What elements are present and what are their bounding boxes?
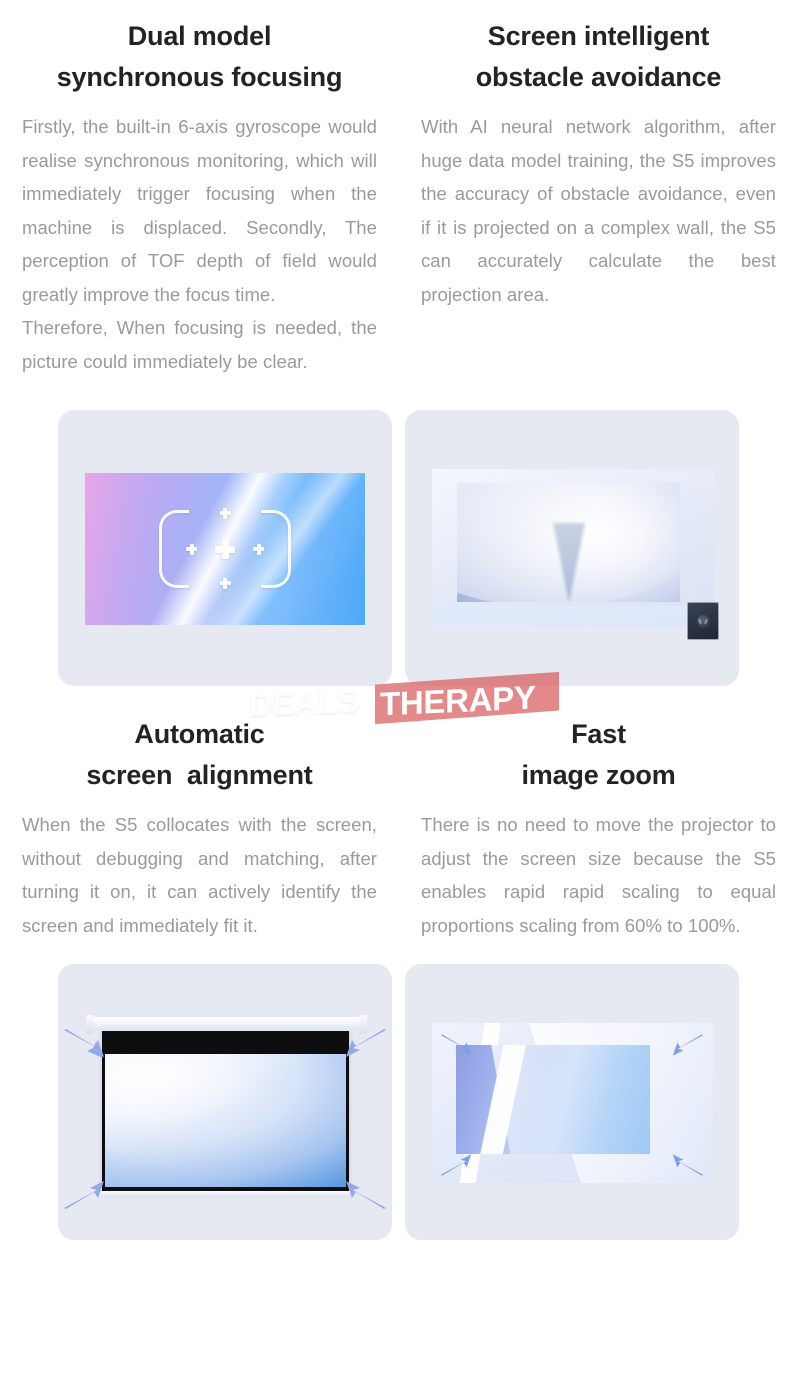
screen-bottom-bar (99, 1191, 352, 1196)
feature-heading: Automatic screen alignment (22, 714, 377, 796)
alignment-arrow-bottom-right-icon (346, 1181, 386, 1209)
feature-body-paragraph-1: With AI neural network algorithm, after … (421, 116, 776, 305)
feature-body: Firstly, the built-in 6-axis gyroscope w… (22, 110, 377, 378)
zoom-arrow-top-left-icon (440, 1034, 472, 1056)
reticle-plus-left-icon (186, 543, 197, 555)
illustration-row-2 (0, 964, 798, 1240)
feature-text-row-1: Dual model synchronous focusing Firstly, … (0, 16, 798, 378)
heading-line-1: Automatic (134, 719, 265, 749)
alignment-arrow-top-right-icon (346, 1029, 386, 1057)
heading-line-1: Dual model (127, 21, 272, 51)
feature-body-paragraph-1: There is no need to move the projector t… (421, 814, 776, 936)
illustration-row-1 (0, 410, 798, 686)
focus-reticle-illustration (58, 410, 392, 686)
feature-body-paragraph-2: Therefore, When focusing is needed, the … (22, 317, 377, 372)
feature-block-screen-intelligent-obstacle-avoidance: Screen intelligent obstacle avoidance Wit… (399, 16, 798, 378)
screen-alignment-illustration (58, 964, 392, 1240)
projected-area (457, 483, 680, 602)
reticle-bracket-left (159, 510, 189, 588)
wall-socket-icon (687, 602, 719, 640)
feature-block-fast-image-zoom: Fast image zoom There is no need to move … (399, 714, 798, 942)
reticle-plus-bottom-icon (219, 577, 231, 589)
product-feature-page: Dual model synchronous focusing Firstly, … (0, 16, 798, 1381)
heading-line-2: screen alignment (86, 760, 313, 790)
projection-light-spill (432, 606, 715, 632)
zoom-arrow-bottom-right-icon (672, 1154, 704, 1176)
feature-body: With AI neural network algorithm, after … (421, 110, 776, 311)
screen-roller-housing (86, 1015, 367, 1034)
heading-line-2: synchronous focusing (56, 62, 343, 92)
scaled-projection-area (456, 1045, 650, 1154)
heading-line-1: Fast (571, 719, 626, 749)
heading-line-2: image zoom (521, 760, 676, 790)
feature-block-automatic-screen-alignment: Automatic screen alignment When the S5 co… (0, 714, 399, 942)
alignment-arrow-bottom-left-icon (64, 1181, 104, 1209)
heading-line-2: obstacle avoidance (475, 62, 722, 92)
zoom-arrow-bottom-left-icon (440, 1154, 472, 1176)
alignment-arrow-top-left-icon (64, 1029, 104, 1058)
feature-body: There is no need to move the projector t… (421, 808, 776, 942)
projected-screen-image (105, 1054, 346, 1187)
focus-reticle-icon (159, 501, 291, 597)
reticle-plus-right-icon (253, 543, 264, 555)
feature-block-dual-model-synchronous-focusing: Dual model synchronous focusing Firstly, … (0, 16, 399, 378)
feature-body: When the S5 collocates with the screen, … (22, 808, 377, 942)
projected-gradient-image (85, 473, 365, 625)
feature-heading: Screen intelligent obstacle avoidance (421, 16, 776, 98)
feature-body-paragraph-1: Firstly, the built-in 6-axis gyroscope w… (22, 116, 377, 305)
feature-heading: Fast image zoom (421, 714, 776, 796)
socket-hole (696, 614, 710, 628)
reticle-bracket-right (261, 510, 291, 588)
reticle-plus-top-icon (219, 507, 231, 519)
obstacle-avoidance-illustration (405, 410, 739, 686)
feature-body-paragraph-1: When the S5 collocates with the screen, … (22, 814, 377, 936)
projection-screen-frame (102, 1028, 349, 1192)
reticle-center-plus-icon (215, 539, 235, 559)
zoom-arrow-top-right-icon (672, 1034, 704, 1056)
image-zoom-illustration (405, 964, 739, 1240)
heading-line-1: Screen intelligent (487, 21, 710, 51)
feature-heading: Dual model synchronous focusing (22, 16, 377, 98)
feature-text-row-2: Automatic screen alignment When the S5 co… (0, 714, 798, 942)
